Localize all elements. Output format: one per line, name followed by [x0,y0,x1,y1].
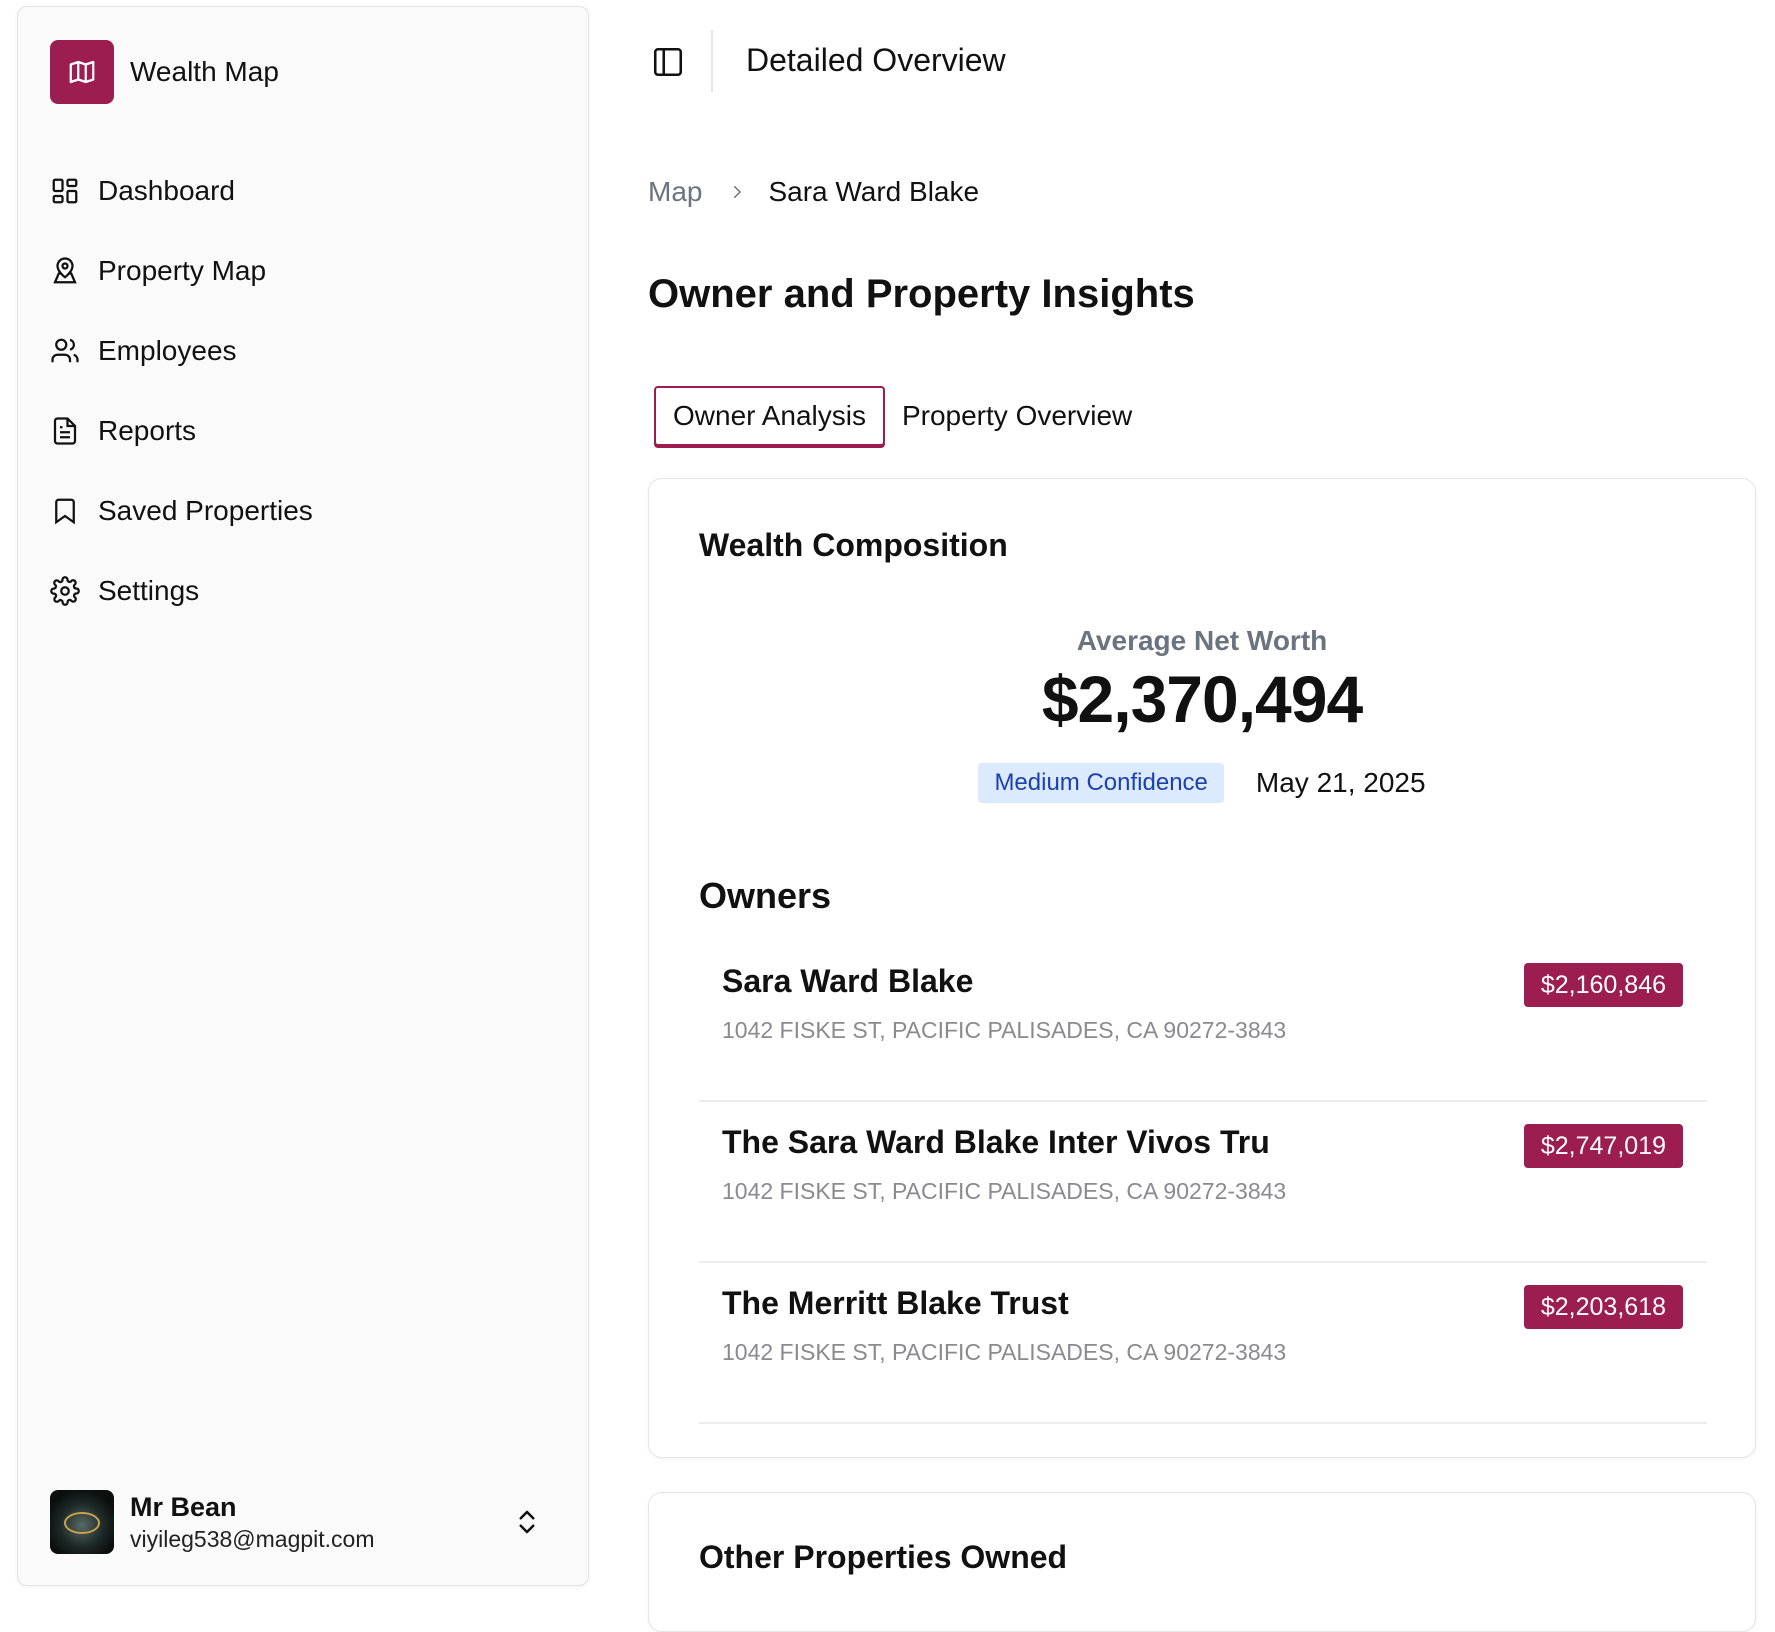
wealth-card: Wealth Composition Average Net Worth $2,… [648,478,1756,1458]
document-icon [53,417,77,445]
owner-net-worth-badge: $2,747,019 [1523,1124,1683,1168]
dashboard-icon [52,178,78,204]
user-menu[interactable]: Mr Bean viyileg538@magpit.com [50,1489,550,1555]
breadcrumb-current: Sara Ward Blake [768,176,980,207]
map-icon [50,40,114,104]
other-properties-title: Other Properties Owned [699,1539,1068,1575]
sidebar-item-saved-properties[interactable]: Saved Properties [50,471,313,551]
breadcrumb: Map Sara Ward Blake [648,176,979,208]
gear-icon [50,576,80,606]
list-item[interactable]: The Merritt Blake Trust 1042 FISKE ST, P… [699,1263,1707,1424]
owner-list: Sara Ward Blake 1042 FISKE ST, PACIFIC P… [699,941,1707,1424]
sidebar-item-label: Reports [98,415,197,446]
header-title: Detailed Overview [746,42,1006,78]
owners-title: Owners [699,875,832,916]
list-item[interactable]: Sara Ward Blake 1042 FISKE ST, PACIFIC P… [699,941,1707,1102]
owner-name: The Merritt Blake Trust [722,1285,1069,1321]
owner-address: 1042 FISKE ST, PACIFIC PALISADES, CA 902… [722,1017,1287,1043]
map-pin-user-icon [53,257,77,284]
owner-address: 1042 FISKE ST, PACIFIC PALISADES, CA 902… [722,1178,1287,1204]
header-divider [711,30,713,92]
sidebar-item-label: Settings [98,575,200,606]
tab-owner-analysis[interactable]: Owner Analysis [654,386,885,446]
sidebar-item-employees[interactable]: Employees [50,311,313,391]
sidebar-item-label: Property Map [98,255,267,286]
sidebar-item-label: Dashboard [98,175,235,206]
users-icon [51,338,79,363]
sidebar-item-settings[interactable]: Settings [50,551,313,631]
net-worth-date: May 21, 2025 [1255,767,1426,798]
net-worth-label: Average Net Worth [1076,625,1328,656]
breadcrumb-map-link[interactable]: Map [648,176,702,208]
sidebar: Wealth Map Dashboard Property Map Employ… [17,6,589,1586]
sidebar-item-property-map[interactable]: Property Map [50,231,313,311]
tab-property-overview[interactable]: Property Overview [885,386,1149,446]
sidebar-nav: Dashboard Property Map Employees Reports [50,151,313,631]
brand[interactable]: Wealth Map [50,40,279,104]
list-item[interactable]: The Sara Ward Blake Inter Vivos Tru 1042… [699,1102,1707,1263]
chevron-right-icon [734,186,742,198]
sidebar-item-label: Employees [98,335,237,366]
bookmark-icon [55,498,75,525]
sidebar-item-label: Saved Properties [98,495,313,526]
sidebar-item-reports[interactable]: Reports [50,391,313,471]
tab-bar: Owner Analysis Property Overview [654,386,1149,446]
owner-name: Sara Ward Blake [722,963,974,999]
owner-name: The Sara Ward Blake Inter Vivos Tru [722,1124,1270,1160]
page-title: Owner and Property Insights [648,272,1195,316]
user-name: Mr Bean [130,1492,237,1522]
sidebar-toggle-icon[interactable] [651,45,685,79]
owner-net-worth-badge: $2,203,618 [1523,1285,1683,1329]
avatar [50,1490,114,1554]
sidebar-item-dashboard[interactable]: Dashboard [50,151,313,231]
owner-net-worth-badge: $2,160,846 [1523,963,1683,1007]
other-properties-card: Other Properties Owned [648,1492,1756,1632]
confidence-badge: Medium Confidence [978,763,1224,803]
user-email: viyileg538@magpit.com [130,1526,375,1552]
wealth-composition-title: Wealth Composition [699,527,1008,563]
owner-address: 1042 FISKE ST, PACIFIC PALISADES, CA 902… [722,1339,1287,1365]
chevrons-up-down-icon[interactable] [512,1505,542,1539]
brand-name: Wealth Map [130,56,279,87]
net-worth-value: $2,370,494 [1041,662,1363,736]
